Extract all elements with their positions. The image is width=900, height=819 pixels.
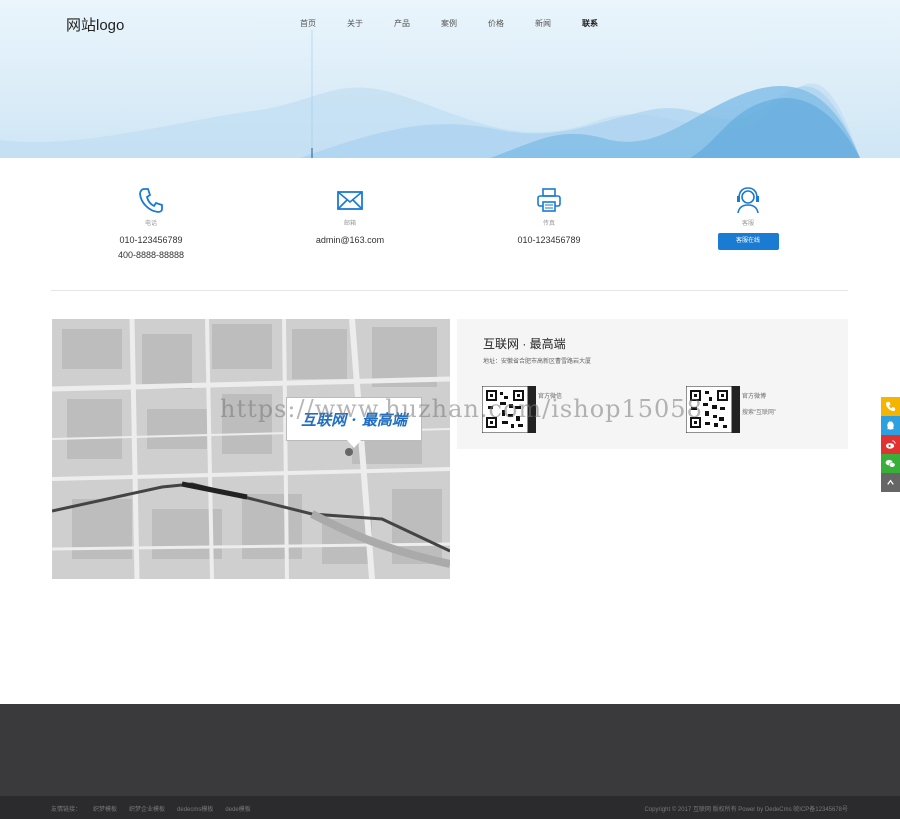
section-divider [51, 290, 848, 291]
top-icon [887, 479, 894, 485]
weibo-qr-hint: 搜索“互联网” [742, 410, 776, 416]
nav-products[interactable]: 产品 [394, 18, 441, 29]
side-qq-button[interactable] [881, 416, 900, 435]
nav-pricing[interactable]: 价格 [488, 18, 535, 29]
printer-icon [537, 188, 561, 212]
friend-link[interactable]: 织梦企业模板 [129, 804, 165, 813]
side-phone-button[interactable] [881, 397, 900, 416]
location-map[interactable]: 互联网 · 最高端 [52, 319, 450, 579]
header-banner: 网站logo 首页 关于 产品 案例 价格 新闻 联系 [0, 0, 900, 158]
nav-home[interactable]: 首页 [300, 18, 347, 29]
headset-icon [737, 187, 759, 214]
main-nav: 首页 关于 产品 案例 价格 新闻 联系 [300, 18, 629, 29]
phone-value-2: 400-8888-88888 [117, 250, 185, 260]
contact-strip: 电话 010-123456789 400-8888-88888 邮箱 admin… [51, 186, 848, 266]
copyright-text: Copyright © 2017 互联网 版权所有 Power by DedeC… [644, 807, 849, 813]
side-weibo-button[interactable] [881, 435, 900, 454]
friend-links-label: 友情链接： [51, 807, 82, 813]
contact-service: 客服 客服在线 [648, 186, 848, 250]
contact-email: 邮箱 admin@163.com [250, 186, 450, 248]
phone-label: 电话 [144, 221, 157, 227]
nav-about[interactable]: 关于 [347, 18, 394, 29]
service-label: 客服 [741, 221, 754, 227]
side-toolbar [881, 397, 900, 492]
site-logo[interactable]: 网站logo [66, 14, 124, 35]
side-wechat-button[interactable] [881, 454, 900, 473]
footer [0, 704, 900, 796]
friend-links: 友情链接： 织梦模板 织梦企业模板 dedecms模板 dede模板 [51, 804, 263, 813]
contact-fax: 传真 010-123456789 [449, 186, 649, 248]
fax-label: 传真 [542, 221, 555, 227]
fax-value: 010-123456789 [517, 235, 581, 245]
email-label: 邮箱 [343, 221, 356, 227]
nav-contact[interactable]: 联系 [582, 18, 629, 29]
watermark-text: https://www.huzhan.com/ishop15058 [220, 395, 703, 423]
service-online-button[interactable]: 客服在线 [717, 233, 779, 250]
phone-icon [885, 401, 896, 412]
company-info-panel: 互联网 · 最高端 地址：安徽省合肥市高新区曹雪路岩大厦 官方微信 官方微博 搜… [457, 319, 848, 449]
nav-news[interactable]: 新闻 [535, 18, 582, 29]
nav-cases[interactable]: 案例 [441, 18, 488, 29]
map-image [52, 319, 450, 579]
friend-link[interactable]: 织梦模板 [93, 804, 117, 813]
company-address: 地址：安徽省合肥市高新区曹雪路岩大厦 [483, 359, 592, 365]
qq-icon [886, 421, 895, 430]
mail-icon [337, 191, 363, 210]
friend-link[interactable]: dede模板 [225, 804, 250, 813]
phone-value-1: 010-123456789 [119, 235, 183, 245]
company-title: 互联网 · 最高端 [483, 337, 566, 351]
phone-icon [139, 188, 163, 213]
friend-link[interactable]: dedecms模板 [177, 804, 213, 813]
wechat-icon [885, 459, 896, 468]
weibo-qr-label: 官方微博 [742, 394, 767, 400]
side-top-button[interactable] [881, 473, 900, 492]
weibo-icon [885, 440, 896, 449]
contact-phone: 电话 010-123456789 400-8888-88888 [51, 186, 251, 263]
email-value[interactable]: admin@163.com [250, 233, 450, 248]
